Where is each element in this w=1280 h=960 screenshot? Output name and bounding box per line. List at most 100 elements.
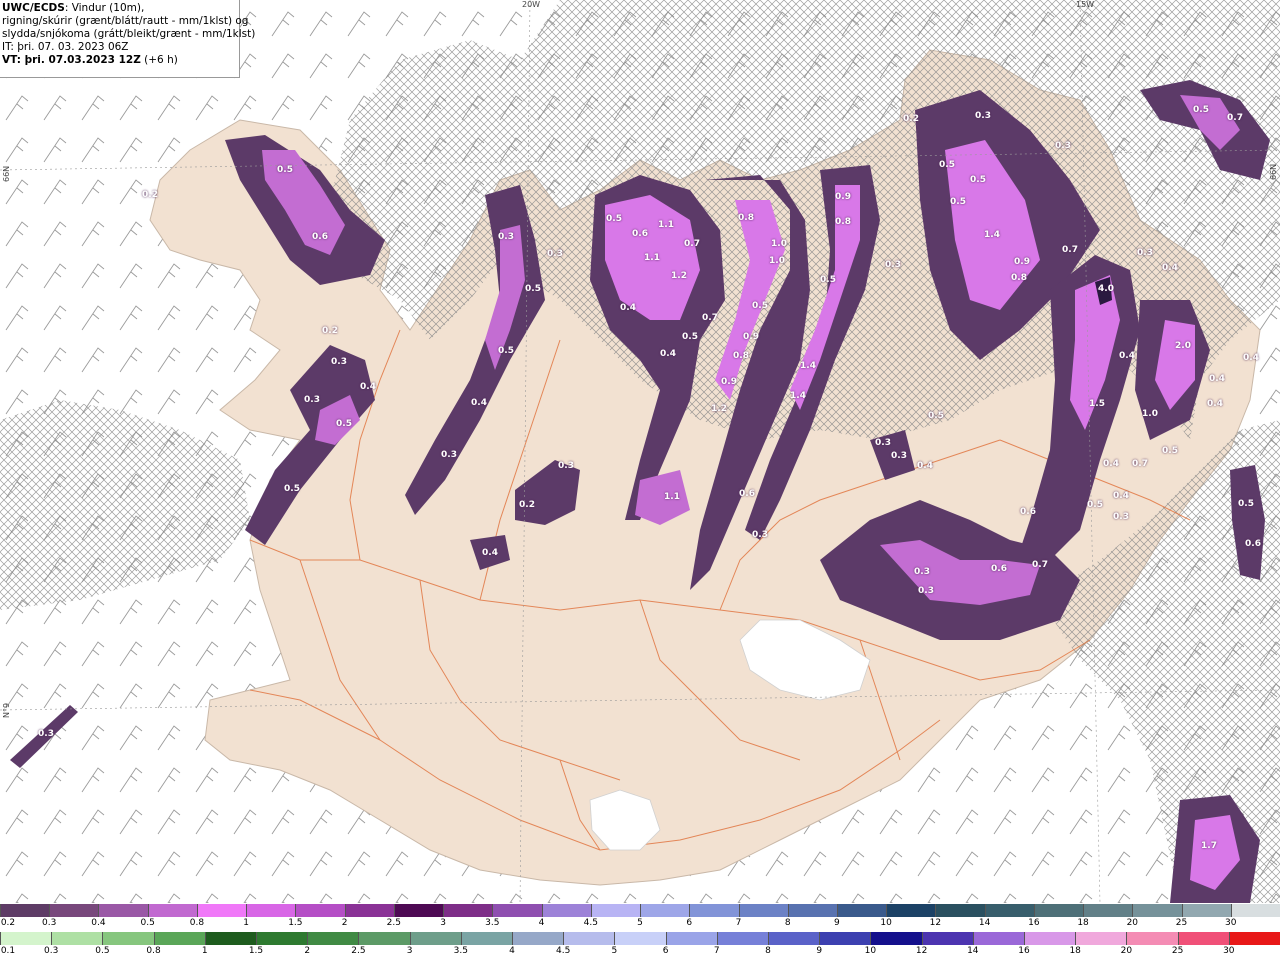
rain-scale-swatch bbox=[358, 932, 410, 945]
precip-value-label: 0.9 bbox=[721, 377, 737, 387]
rain-scale-tick-label: 0.5 bbox=[95, 946, 110, 956]
precip-value-label: 4.0 bbox=[1098, 284, 1114, 294]
rain-scale-swatch bbox=[921, 932, 973, 945]
model-source: UWC/ECDS bbox=[2, 2, 65, 14]
precip-value-label: 1.7 bbox=[1201, 841, 1217, 851]
precip-value-label: 0.8 bbox=[835, 217, 851, 227]
rain-scale-tick-label: 9 bbox=[816, 946, 823, 956]
snow-scale-tick-label: 0.8 bbox=[189, 918, 205, 928]
snow-scale-swatch bbox=[738, 904, 788, 917]
precip-value-label: 0.4 bbox=[1207, 399, 1223, 409]
rain-scale-swatch bbox=[819, 932, 871, 945]
rain-scale-tick-label: 4.5 bbox=[556, 946, 571, 956]
snow-scale-tick-label: 9 bbox=[834, 918, 840, 928]
snow-scale-swatch bbox=[295, 904, 345, 917]
snow-scale-swatch bbox=[492, 904, 542, 917]
rain-scale-swatch bbox=[51, 932, 103, 945]
rain-scale-swatch bbox=[1228, 932, 1280, 945]
precip-value-label: 1.1 bbox=[664, 492, 680, 502]
snow-scale-tick-label: 2.5 bbox=[386, 918, 402, 928]
snow-scale-tick-label: 5 bbox=[637, 918, 643, 928]
precip-value-label: 0.5 bbox=[606, 214, 622, 224]
precip-value-label: 0.6 bbox=[739, 489, 755, 499]
precip-value-label: 0.4 bbox=[620, 303, 636, 313]
longitude-label-20w: 20W bbox=[522, 0, 541, 9]
rain-scale-swatches bbox=[0, 932, 1280, 945]
snow-scale-tick-label: 20 bbox=[1126, 918, 1139, 928]
precip-value-label: 0.3 bbox=[891, 451, 907, 461]
vt-offset: (+6 h) bbox=[140, 54, 178, 66]
precip-value-label: 0.5 bbox=[1087, 500, 1103, 510]
precip-value-label: 0.4 bbox=[1119, 351, 1135, 361]
snow-scale-swatch bbox=[541, 904, 591, 917]
rain-scale-swatch bbox=[102, 932, 154, 945]
rain-scale-tick-label: 0.3 bbox=[44, 946, 59, 956]
precip-value-label: 0.9 bbox=[835, 192, 851, 202]
precip-value-label: 0.5 bbox=[498, 346, 514, 356]
precip-value-label: 0.3 bbox=[975, 111, 991, 121]
precip-value-label: 0.3 bbox=[1113, 512, 1129, 522]
rain-scale-swatch bbox=[768, 932, 820, 945]
precip-value-label: 1.2 bbox=[671, 271, 687, 281]
precip-value-label: 1.2 bbox=[711, 404, 727, 414]
snow-scale-swatch bbox=[836, 904, 887, 917]
precip-value-label: 0.5 bbox=[525, 284, 541, 294]
rain-scale-tick-label: 2.5 bbox=[351, 946, 366, 956]
precip-value-label: 0.8 bbox=[733, 351, 749, 361]
precip-value-label: 0.4 bbox=[1209, 374, 1225, 384]
precip-value-label: 0.5 bbox=[336, 419, 352, 429]
precip-value-label: 0.3 bbox=[441, 450, 457, 460]
latitude-label-66n-west: 66N bbox=[2, 165, 11, 182]
snow-scale-swatch bbox=[1083, 904, 1133, 917]
precip-value-label: 0.3 bbox=[875, 438, 891, 448]
snow-scale-swatch bbox=[1230, 904, 1280, 917]
precip-value-label: 0.3 bbox=[885, 260, 901, 270]
snow-scale-tick-label: 4.5 bbox=[583, 918, 598, 928]
info-desc-2: rigning/skúrir (grænt/blátt/rautt - mm/1… bbox=[2, 15, 249, 27]
map-canvas bbox=[0, 0, 1280, 903]
rain-scale-tick-label: 30 bbox=[1223, 946, 1235, 956]
precip-value-label: 0.7 bbox=[1032, 560, 1048, 570]
snow-scale-tick-label: 1 bbox=[243, 918, 250, 928]
precip-value-label: 0.6 bbox=[632, 229, 648, 239]
latitude-label-66n-east: 66N bbox=[1269, 163, 1278, 180]
snow-scale-swatch bbox=[689, 904, 739, 917]
rain-scale-tick-label: 16 bbox=[1018, 946, 1030, 956]
rain-scale-tick-label: 6 bbox=[662, 946, 669, 956]
precip-value-label: 0.8 bbox=[1011, 273, 1027, 283]
rain-scale-tick-label: 20 bbox=[1120, 946, 1133, 956]
precip-value-label: 0.5 bbox=[1238, 499, 1254, 509]
precip-value-label: 0.2 bbox=[903, 114, 919, 124]
rain-scale-swatch bbox=[1126, 932, 1178, 945]
precip-value-label: 0.3 bbox=[38, 729, 54, 739]
snow-scale-swatch bbox=[393, 904, 444, 917]
rain-scale-swatch bbox=[460, 932, 513, 945]
rain-scale-tick-label: 0.8 bbox=[146, 946, 161, 956]
precip-value-label: 0.4 bbox=[660, 349, 676, 359]
forecast-info-box: UWC/ECDS: Vindur (10m), rigning/skúrir (… bbox=[0, 0, 255, 78]
snow-scale-tick-label: 25 bbox=[1175, 918, 1188, 928]
snow-scale-tick-label: 4 bbox=[538, 918, 545, 928]
rain-scale-tick-label: 3 bbox=[406, 946, 413, 956]
rain-scale-tick-label: 10 bbox=[864, 946, 877, 956]
rain-scale-tick-label: 1.5 bbox=[248, 946, 264, 956]
forecast-map[interactable]: 0.5 0.6 0.2 0.3 0.3 0.5 0.5 0.4 0.3 0.2 0.3 0.4 0.3 0… bbox=[0, 0, 1280, 903]
precip-value-label: 0.2 bbox=[142, 190, 158, 200]
precip-value-label: 0.5 bbox=[1162, 446, 1178, 456]
snow-scale-tick-label: 3 bbox=[440, 918, 446, 928]
precip-value-label: 0.5 bbox=[820, 275, 836, 285]
rain-scale-swatch bbox=[614, 932, 666, 945]
snow-scale-tick-label: 0.5 bbox=[140, 918, 155, 928]
longitude-label-15w: 15W bbox=[1076, 0, 1095, 9]
precip-value-label: 1.1 bbox=[644, 253, 660, 263]
precip-value-label: 1.1 bbox=[658, 220, 674, 230]
precip-value-label: 0.3 bbox=[1055, 141, 1071, 151]
valid-time-row: VT: þri. 07.03.2023 12Z (+6 h) bbox=[2, 54, 239, 67]
rain-scale-tick-label: 2 bbox=[304, 946, 311, 956]
vt-label: VT: bbox=[2, 54, 21, 66]
snow-color-scale: 0.2 0.3 0.4 0.5 0.8 1 1.5 2 2.5 3 3.5 4 4.5 5 6 7 8 9 10 12… bbox=[0, 904, 1280, 932]
snow-scale-tick-label: 16 bbox=[1028, 918, 1040, 928]
precip-value-label: 0.9 bbox=[743, 332, 759, 342]
precip-value-label: 0.3 bbox=[304, 395, 320, 405]
rain-scale-swatch bbox=[204, 932, 257, 945]
